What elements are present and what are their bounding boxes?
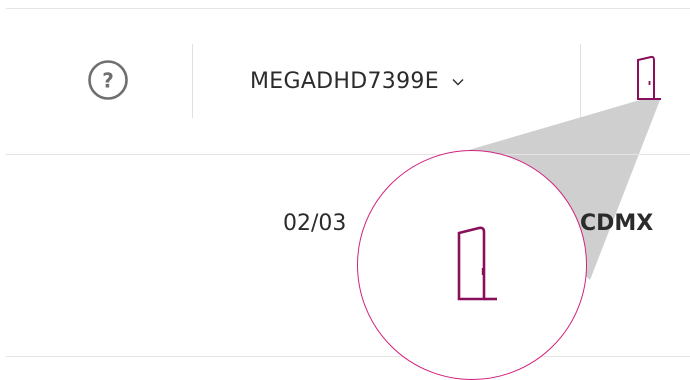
row-date: 02/03 bbox=[283, 211, 347, 236]
magnifier-callout bbox=[357, 150, 587, 380]
header-separator-left bbox=[192, 44, 193, 118]
row-divider bbox=[6, 356, 690, 357]
logout-button[interactable] bbox=[630, 55, 674, 105]
door-exit-icon bbox=[637, 55, 661, 100]
help-glyph: ? bbox=[102, 69, 114, 93]
header-separator-right bbox=[580, 44, 581, 118]
top-divider bbox=[6, 8, 690, 9]
door-exit-icon bbox=[457, 226, 497, 301]
chevron-down-icon bbox=[451, 74, 465, 88]
row-city: CDMX bbox=[580, 211, 654, 236]
account-label: MEGADHD7399E bbox=[250, 68, 439, 94]
help-button[interactable]: ? bbox=[81, 59, 135, 101]
header-divider bbox=[6, 154, 690, 155]
account-selector[interactable]: MEGADHD7399E bbox=[250, 64, 465, 98]
question-circle-icon: ? bbox=[88, 60, 128, 100]
zoom-beam bbox=[455, 100, 660, 280]
